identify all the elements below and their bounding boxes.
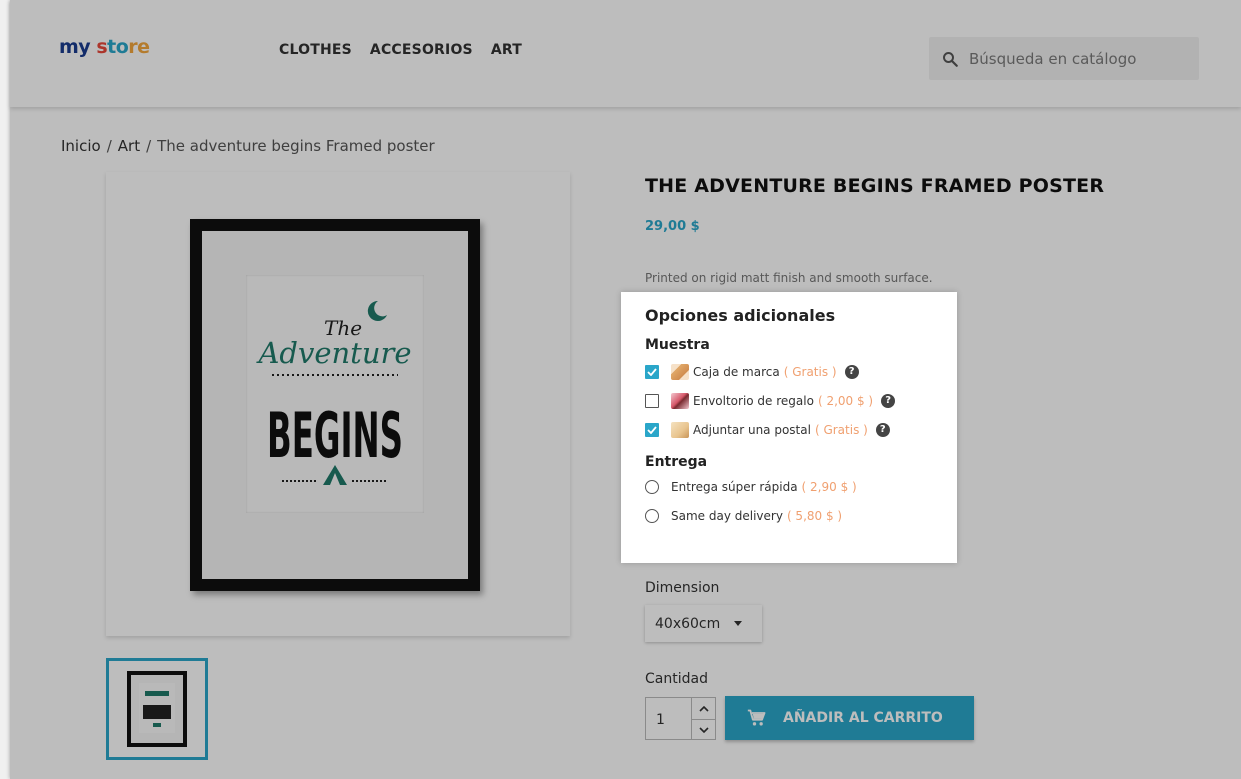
option-adjuntar-postal: Adjuntar una postal ( Gratis ) ? xyxy=(645,415,957,444)
product-price: 29,00 $ xyxy=(645,219,700,234)
option-entrega-super-rapida: Entrega súper rápida ( 2,90 $ ) xyxy=(645,472,957,501)
additional-options-panel: Opciones adicionales Muestra Caja de mar… xyxy=(621,292,957,563)
poster-text-begins: BEGINS xyxy=(267,399,403,472)
option-checkbox[interactable] xyxy=(645,422,659,437)
option-price: ( Gratis ) xyxy=(783,364,837,379)
dimension-label: Dimension xyxy=(645,580,720,596)
logo-part-2: s xyxy=(96,36,108,58)
option-caja-de-marca: Caja de marca ( Gratis ) ? xyxy=(645,357,957,386)
options-title: Opciones adicionales xyxy=(645,306,836,325)
quantity-increase-button[interactable] xyxy=(692,698,715,719)
help-icon[interactable]: ? xyxy=(875,422,890,437)
breadcrumb: Inicio / Art / The adventure begins Framed p… xyxy=(61,137,435,155)
option-checkbox[interactable] xyxy=(645,364,659,379)
group-title-entrega: Entrega xyxy=(645,454,708,470)
option-label: Envoltorio de regalo xyxy=(693,393,814,408)
shopping-cart-icon xyxy=(747,709,766,726)
chevron-up-icon xyxy=(698,705,709,712)
option-price: ( Gratis ) xyxy=(814,422,868,437)
help-icon[interactable]: ? xyxy=(844,364,859,379)
page: my store CLOTHES ACCESORIOS ART Inicio / A… xyxy=(10,0,1241,779)
dimension-select[interactable]: 40x60cm xyxy=(645,605,762,642)
logo-part-4: re xyxy=(128,36,150,58)
poster-frame: The Adventure BEGINS xyxy=(190,219,480,591)
nav-item-accesorios[interactable]: ACCESORIOS xyxy=(370,42,473,58)
product-description: Printed on rigid matt finish and smooth … xyxy=(645,271,933,285)
product-title: THE ADVENTURE BEGINS FRAMED POSTER xyxy=(645,175,1105,197)
option-price: ( 2,00 $ ) xyxy=(817,393,874,408)
breadcrumb-current: The adventure begins Framed poster xyxy=(157,137,435,155)
dimension-value: 40x60cm xyxy=(655,615,721,632)
option-radio[interactable] xyxy=(645,479,659,494)
group-title-muestra: Muestra xyxy=(645,337,710,353)
site-header: my store CLOTHES ACCESORIOS ART xyxy=(10,0,1241,107)
product-thumbnail[interactable] xyxy=(106,658,208,760)
breadcrumb-separator: / xyxy=(106,137,112,155)
add-to-cart-button[interactable]: AÑADIR AL CARRITO xyxy=(725,696,974,740)
checkmark-icon xyxy=(647,367,657,376)
store-logo[interactable]: my store xyxy=(59,36,150,58)
search-box xyxy=(929,37,1199,80)
poster-artwork: The Adventure BEGINS xyxy=(246,275,424,513)
quantity-stepper xyxy=(691,697,716,740)
quantity-label: Cantidad xyxy=(645,671,708,687)
breadcrumb-separator: / xyxy=(146,137,152,155)
option-radio[interactable] xyxy=(645,508,659,523)
main-nav: CLOTHES ACCESORIOS ART xyxy=(279,42,522,58)
postcard-icon xyxy=(671,421,689,438)
search-input[interactable] xyxy=(969,49,1189,68)
search-icon[interactable] xyxy=(941,50,959,68)
option-checkbox[interactable] xyxy=(645,393,659,408)
breadcrumb-item-art[interactable]: Art xyxy=(118,137,140,155)
breadcrumb-item-inicio[interactable]: Inicio xyxy=(61,137,101,155)
logo-part-3: to xyxy=(107,36,129,58)
option-label: Entrega súper rápida xyxy=(671,479,798,494)
option-price: ( 2,90 $ ) xyxy=(801,479,857,494)
nav-item-art[interactable]: ART xyxy=(491,42,522,58)
gift-wrap-icon xyxy=(671,392,689,409)
logo-part-1: my xyxy=(59,36,91,58)
nav-item-clothes[interactable]: CLOTHES xyxy=(279,42,352,58)
option-label: Same day delivery xyxy=(671,508,783,523)
poster-text-adventure: Adventure xyxy=(255,336,411,370)
quantity-input[interactable]: 1 xyxy=(645,697,691,740)
add-to-cart-label: AÑADIR AL CARRITO xyxy=(783,710,943,726)
option-price: ( 5,80 $ ) xyxy=(786,508,843,523)
option-same-day-delivery: Same day delivery ( 5,80 $ ) xyxy=(645,501,957,530)
box-icon xyxy=(671,363,689,380)
chevron-down-icon xyxy=(734,621,743,626)
checkmark-icon xyxy=(647,425,657,434)
quantity-decrease-button[interactable] xyxy=(692,719,715,740)
product-main-image[interactable]: The Adventure BEGINS xyxy=(106,172,570,636)
option-envoltorio-de-regalo: Envoltorio de regalo ( 2,00 $ ) ? xyxy=(645,386,957,415)
option-label: Caja de marca xyxy=(693,364,780,379)
poster-mat: The Adventure BEGINS xyxy=(202,231,468,579)
chevron-down-icon xyxy=(698,727,709,733)
option-label: Adjuntar una postal xyxy=(693,422,811,437)
help-icon[interactable]: ? xyxy=(881,393,896,408)
moon-icon xyxy=(367,300,387,321)
